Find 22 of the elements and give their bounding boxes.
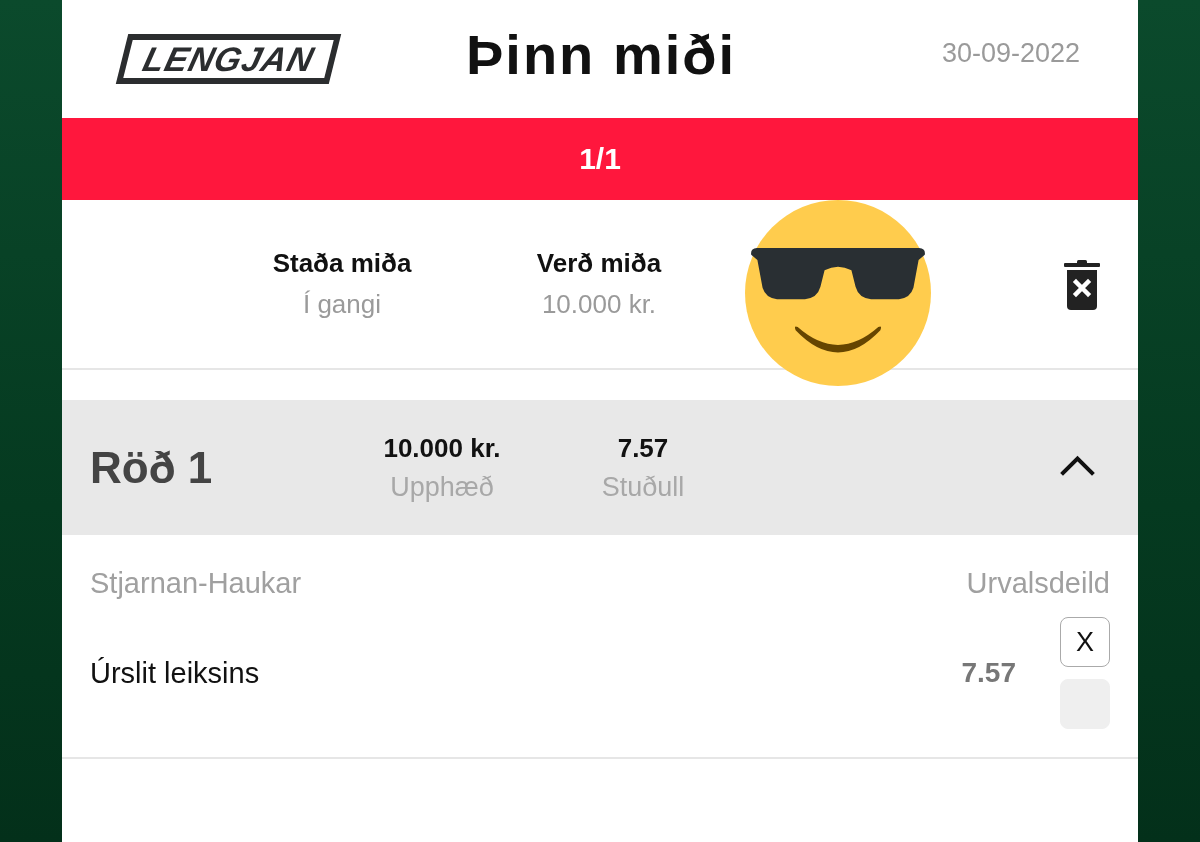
smiling-face-with-sunglasses-icon	[745, 200, 931, 386]
brand-logo: LENGJAN	[115, 34, 342, 84]
stat-value: 10.000 kr.	[541, 289, 657, 320]
page-title: Þinn miði	[466, 23, 736, 87]
chevron-up-icon[interactable]	[1060, 455, 1095, 476]
row-stat-value: 10.000 kr.	[383, 432, 501, 464]
market-name: Úrslit leiksins	[90, 656, 261, 690]
row-stat-value: 7.57	[617, 432, 669, 464]
stat-value: Í gangi	[302, 289, 382, 320]
stat-label: Staða miða	[272, 248, 412, 279]
trash-icon[interactable]	[1064, 260, 1100, 310]
match-teams: Stjarnan-Haukar	[90, 566, 302, 601]
outcome-option[interactable]: X	[1060, 617, 1110, 667]
stat-label: Verð miða	[536, 248, 662, 279]
row-title: Röð 1	[90, 442, 214, 493]
ticket-date: 30-09-2022	[941, 37, 1080, 69]
row-stat-label: Upphæð	[390, 471, 494, 503]
odds-value: 7.57	[961, 657, 1016, 689]
row-stat-label: Stuðull	[601, 471, 685, 503]
bet-row-header[interactable]: Röð 1 10.000 kr. Upphæð 7.57 Stuðull	[62, 400, 1138, 535]
ticket-counter: 1/1	[579, 142, 621, 176]
league-name: Urvalsdeild	[966, 566, 1110, 601]
